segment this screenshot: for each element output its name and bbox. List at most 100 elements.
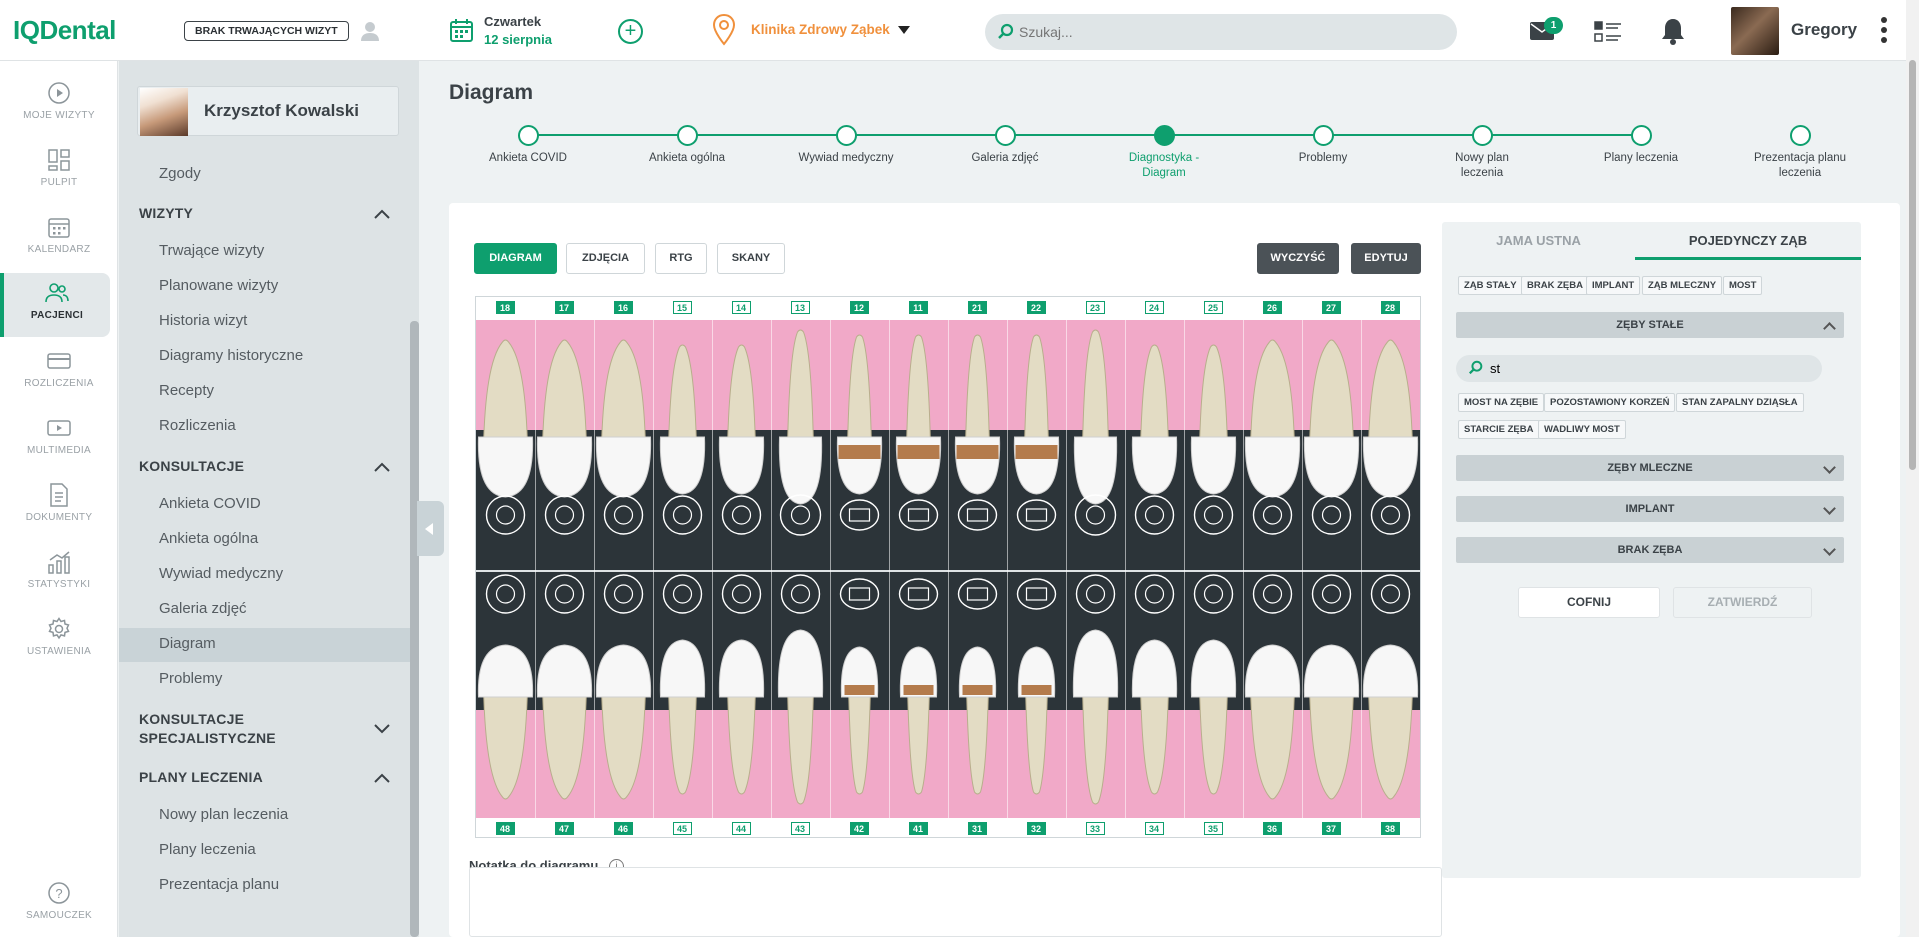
sidebar-item-prescriptions[interactable]: Recepty [159,382,214,399]
sidebar-item-plan-presentation[interactable]: Prezentacja planu [159,876,279,893]
chip-tooth-wear[interactable]: STARCIE ZĘBA [1458,420,1540,439]
tab-photos-button[interactable]: ZDJĘCIA [566,243,645,274]
page-scrollbar-thumb[interactable] [1909,60,1916,470]
tooth-number-42[interactable]: 42 [849,822,869,835]
sidebar-item-ongoing-visits[interactable]: Trwające wizyty [159,242,264,259]
step-plans[interactable]: Plany leczenia [1576,125,1706,166]
tooth-number-38[interactable]: 38 [1380,822,1400,835]
confirm-button[interactable]: ZATWIERDŹ [1673,587,1812,618]
page-scrollbar[interactable] [1906,0,1919,937]
nav-patients[interactable]: PACJENCI [0,273,110,337]
tooth-number-36[interactable]: 36 [1262,822,1282,835]
chip-bridge-on-tooth[interactable]: MOST NA ZĘBIE [1458,393,1545,412]
section-visits-title[interactable]: WIZYTY [139,204,193,223]
chip-gum-inflammation[interactable]: STAN ZAPALNY DZIĄSŁA [1676,393,1804,412]
chevron-down-icon[interactable] [374,724,390,734]
tooth-number-34[interactable]: 34 [1144,822,1164,835]
accordion-implant[interactable]: IMPLANT [1456,496,1844,522]
global-search[interactable] [985,14,1457,50]
sidebar-item-covid-survey[interactable]: Ankieta COVID [159,495,261,512]
tooth-number-41[interactable]: 41 [908,822,928,835]
chip-missing-tooth[interactable]: BRAK ZĘBA [1521,276,1589,295]
section-specialist-title[interactable]: KONSULTACJE SPECJALISTYCZNE [139,710,276,748]
user-avatar[interactable] [1731,7,1779,55]
tooth-number-31[interactable]: 31 [967,822,987,835]
chip-bridge[interactable]: MOST [1723,276,1763,295]
sidebar-item-medical-interview[interactable]: Wywiad medyczny [159,565,283,582]
chevron-up-icon[interactable] [374,209,390,219]
nav-multimedia[interactable]: MULTIMEDIA [0,416,118,480]
sidebar-item-plans[interactable]: Plany leczenia [159,841,256,858]
tooth-number-32[interactable]: 32 [1026,822,1046,835]
step-new-plan[interactable]: Nowy plan leczenia [1417,125,1547,181]
bell-icon[interactable] [1661,17,1685,45]
sidebar-scrollbar[interactable] [410,321,419,937]
section-treatment-plans-title[interactable]: PLANY LECZENIA [139,768,263,787]
add-visit-button[interactable]: + [618,19,643,44]
user-name[interactable]: Gregory [1791,20,1857,40]
task-list-icon[interactable] [1594,20,1622,44]
sidebar-item-diagram[interactable]: Diagram [159,635,216,652]
step-medical-interview[interactable]: Wywiad medyczny [781,125,911,166]
nav-statistics[interactable]: STATYSTYKI [0,550,118,614]
sidebar-item-visit-history[interactable]: Historia wizyt [159,312,247,329]
chip-permanent-tooth[interactable]: ZĄB STAŁY [1458,276,1523,295]
step-plan-presentation[interactable]: Prezentacja planu leczenia [1735,125,1865,181]
app-logo[interactable]: IQDental [13,15,116,46]
chip-remaining-root[interactable]: POZOSTAWIONY KORZEŃ [1544,393,1676,412]
tab-single-tooth[interactable]: POJEDYNCZY ZĄB [1635,222,1861,260]
nav-my-visits[interactable]: MOJE WIZYTY [0,81,118,145]
patient-card[interactable]: Krzysztof Kowalski [137,86,399,136]
back-button[interactable]: COFNIJ [1518,587,1660,618]
sidebar-item-planned-visits[interactable]: Planowane wizyty [159,277,278,294]
chip-faulty-bridge[interactable]: WADLIWY MOST [1538,420,1626,439]
edit-button[interactable]: EDYTUJ [1351,243,1421,274]
no-active-visits-button[interactable]: BRAK TRWAJĄCYCH WIZYT [184,21,349,41]
tab-oral-cavity[interactable]: JAMA USTNA [1442,222,1635,260]
tooth-number-43[interactable]: 43 [790,822,810,835]
clinic-selector[interactable]: Klinika Zdrowy Ząbek [751,22,890,37]
tab-rtg-button[interactable]: RTG [655,243,707,274]
diagram-note-textarea[interactable] [469,867,1442,937]
sidebar-item-general-survey[interactable]: Ankieta ogólna [159,530,258,547]
chevron-down-icon[interactable] [898,26,910,34]
step-covid[interactable]: Ankieta COVID [463,125,593,166]
chevron-up-icon[interactable] [374,462,390,472]
accordion-milk-teeth[interactable]: ZĘBY MLECZNE [1456,455,1844,481]
nav-billing[interactable]: ROZLICZENIA [0,349,118,413]
nav-tutorial[interactable]: ? SAMOUCZEK [0,881,118,937]
sidebar-item-historic-diagrams[interactable]: Diagramy historyczne [159,347,303,364]
sidebar-item-new-plan[interactable]: Nowy plan leczenia [159,806,288,823]
step-photo-gallery[interactable]: Galeria zdjęć [940,125,1070,166]
more-vert-icon[interactable] [1880,17,1888,45]
tooth-number-45[interactable]: 45 [672,822,692,835]
tooth-number-48[interactable]: 48 [495,822,515,835]
nav-calendar[interactable]: KALENDARZ [0,215,118,279]
tooth-number-33[interactable]: 33 [1085,822,1105,835]
chip-milk-tooth[interactable]: ZĄB MLECZNY [1642,276,1723,295]
tooth-number-44[interactable]: 44 [731,822,751,835]
accordion-missing-tooth[interactable]: BRAK ZĘBA [1456,537,1844,563]
tooth-search[interactable] [1456,355,1822,382]
search-input[interactable] [1019,14,1439,50]
tooth-number-37[interactable]: 37 [1321,822,1341,835]
tooth-number-47[interactable]: 47 [554,822,574,835]
clear-button[interactable]: WYCZYŚĆ [1257,243,1339,274]
nav-settings[interactable]: USTAWIENIA [0,617,118,681]
sidebar-item-settlements[interactable]: Rozliczenia [159,417,236,434]
chip-implant[interactable]: IMPLANT [1586,276,1641,295]
section-consultations-title[interactable]: KONSULTACJE [139,457,244,476]
step-general-survey[interactable]: Ankieta ogólna [622,125,752,166]
tooth-search-input[interactable] [1490,355,1810,382]
nav-documents[interactable]: DOKUMENTY [0,483,118,547]
step-diagnostics-diagram[interactable]: Diagnostyka - Diagram [1099,125,1229,181]
nav-dashboard[interactable]: PULPIT [0,148,118,212]
tab-scans-button[interactable]: SKANY [717,243,785,274]
chevron-up-icon[interactable] [374,773,390,783]
tab-diagram-button[interactable]: DIAGRAM [474,243,557,274]
tooth-number-46[interactable]: 46 [613,822,633,835]
step-problems[interactable]: Problemy [1258,125,1388,166]
accordion-permanent-teeth[interactable]: ZĘBY STAŁE [1456,312,1844,338]
sidebar-item-photo-gallery[interactable]: Galeria zdjęć [159,600,247,617]
tooth-number-35[interactable]: 35 [1203,822,1223,835]
